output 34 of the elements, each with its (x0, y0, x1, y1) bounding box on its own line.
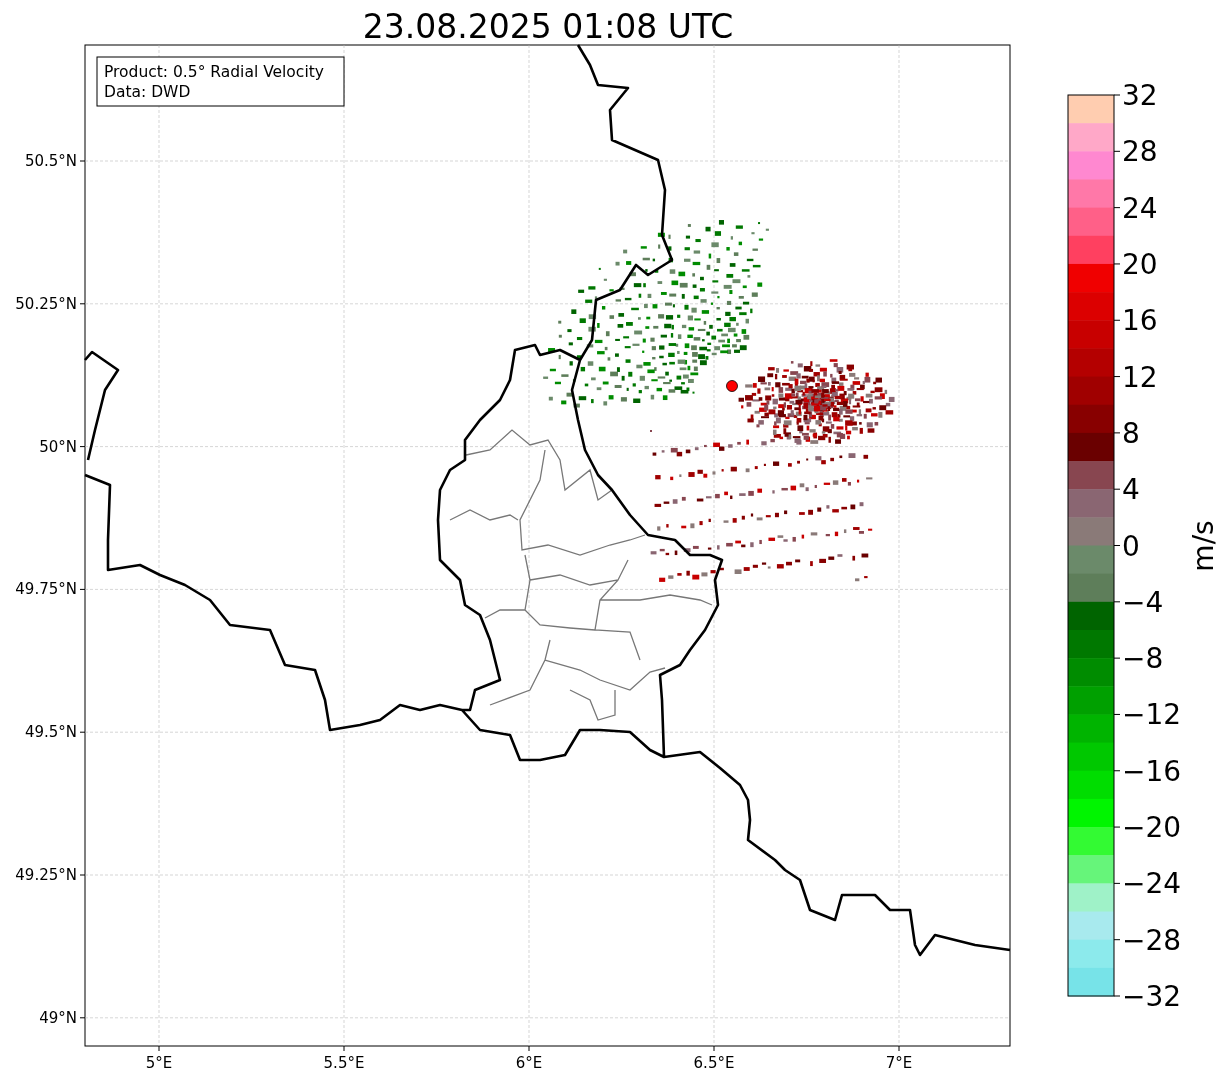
colorbar-tick-label: 28 (1122, 135, 1158, 169)
colorbar-tick-label: −24 (1122, 867, 1182, 901)
colorbar-tick-label: 0 (1122, 529, 1140, 563)
colorbar-tick-label: −4 (1122, 585, 1164, 619)
latitude-label: 50°N (39, 437, 77, 456)
colorbar-tick-label: −8 (1122, 642, 1164, 676)
colorbar-tick-label: −32 (1122, 980, 1182, 1013)
longitude-label: 6.5°E (693, 1054, 735, 1072)
colorbar-tick-label: 16 (1122, 304, 1158, 338)
legend-text: Product: 0.5° Radial Velocity (104, 63, 324, 81)
colorbar-axis-label: m/s (1187, 520, 1220, 572)
longitude-label: 5°E (145, 1054, 173, 1072)
colorbar-tick-label: 24 (1122, 191, 1158, 225)
colorbar-tick-label: 4 (1122, 473, 1140, 507)
colorbar-tick-label: 8 (1122, 416, 1140, 450)
latitude-label: 50.5°N (24, 152, 77, 170)
radar-site-marker (726, 380, 738, 392)
latitude-label: 50.25°N (15, 294, 77, 313)
colorbar-tick-label: 12 (1122, 360, 1158, 394)
colorbar-tick-label: 20 (1122, 247, 1158, 281)
legend-text: Data: DWD (104, 83, 191, 101)
latitude-label: 49.75°N (15, 580, 77, 599)
colorbar-tick-label: 32 (1122, 79, 1158, 112)
latitude-label: 49°N (39, 1008, 77, 1027)
latitude-label: 49.25°N (15, 866, 77, 884)
longitude-label: 5.5°E (323, 1054, 365, 1072)
colorbar-tick-label: −20 (1122, 811, 1182, 845)
longitude-label: 7°E (885, 1054, 913, 1072)
latitude-label: 49.5°N (24, 723, 77, 742)
colorbar-tick-label: −28 (1122, 923, 1182, 957)
longitude-label: 6°E (515, 1054, 543, 1072)
colorbar-tick-label: −16 (1122, 754, 1182, 788)
colorbar-tick-label: −12 (1122, 698, 1182, 732)
figure-title: 23.08.2025 01:08 UTC (362, 7, 734, 46)
